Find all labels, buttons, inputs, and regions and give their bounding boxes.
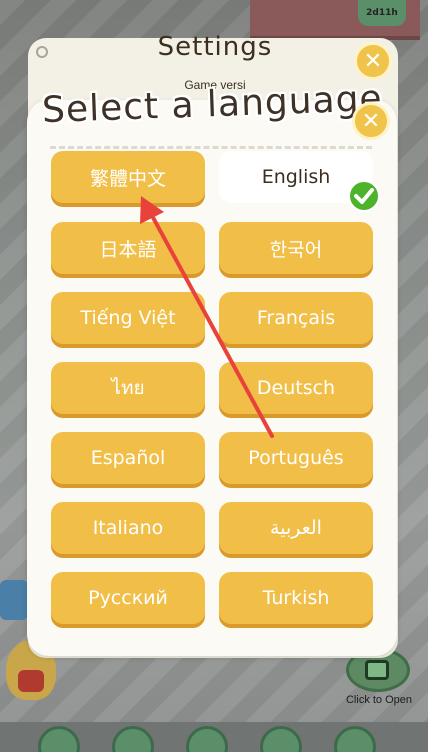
settings-small-icon [36,46,48,58]
language-option-spanish[interactable]: Español [51,432,205,484]
settings-title: Settings [157,32,273,62]
language-option-russian[interactable]: Русский [51,572,205,624]
bottom-toolbar [0,722,428,752]
language-close-button[interactable]: ✕ [352,102,390,140]
language-option-japanese[interactable]: 日本語 [51,222,205,274]
timer-badge-text: 2d11h [366,8,398,18]
toolbar-button[interactable] [186,726,228,752]
settings-close-button[interactable]: ✕ [354,42,392,80]
check-icon [348,180,380,212]
language-option-portuguese[interactable]: Português [219,432,373,484]
close-icon: ✕ [363,48,383,74]
close-icon: ✕ [361,108,381,134]
language-option-french[interactable]: Français [219,292,373,344]
language-option-thai[interactable]: ไทย [51,362,205,414]
language-option-korean[interactable]: 한국어 [219,222,373,274]
language-option-german[interactable]: Deutsch [219,362,373,414]
toolbar-button[interactable] [334,726,376,752]
tv-icon [365,660,389,680]
divider [50,146,372,149]
language-option-traditional-chinese[interactable]: 繁體中文 [51,151,205,203]
toolbar-button[interactable] [38,726,80,752]
side-item [0,580,28,620]
toolbar-button[interactable] [112,726,154,752]
toolbar-button[interactable] [260,726,302,752]
language-option-vietnamese[interactable]: Tiếng Việt [51,292,205,344]
click-to-open-label: Click to Open [345,694,413,706]
language-option-arabic[interactable]: العربية [219,502,373,554]
language-option-italian[interactable]: Italiano [51,502,205,554]
language-option-turkish[interactable]: Turkish [219,572,373,624]
